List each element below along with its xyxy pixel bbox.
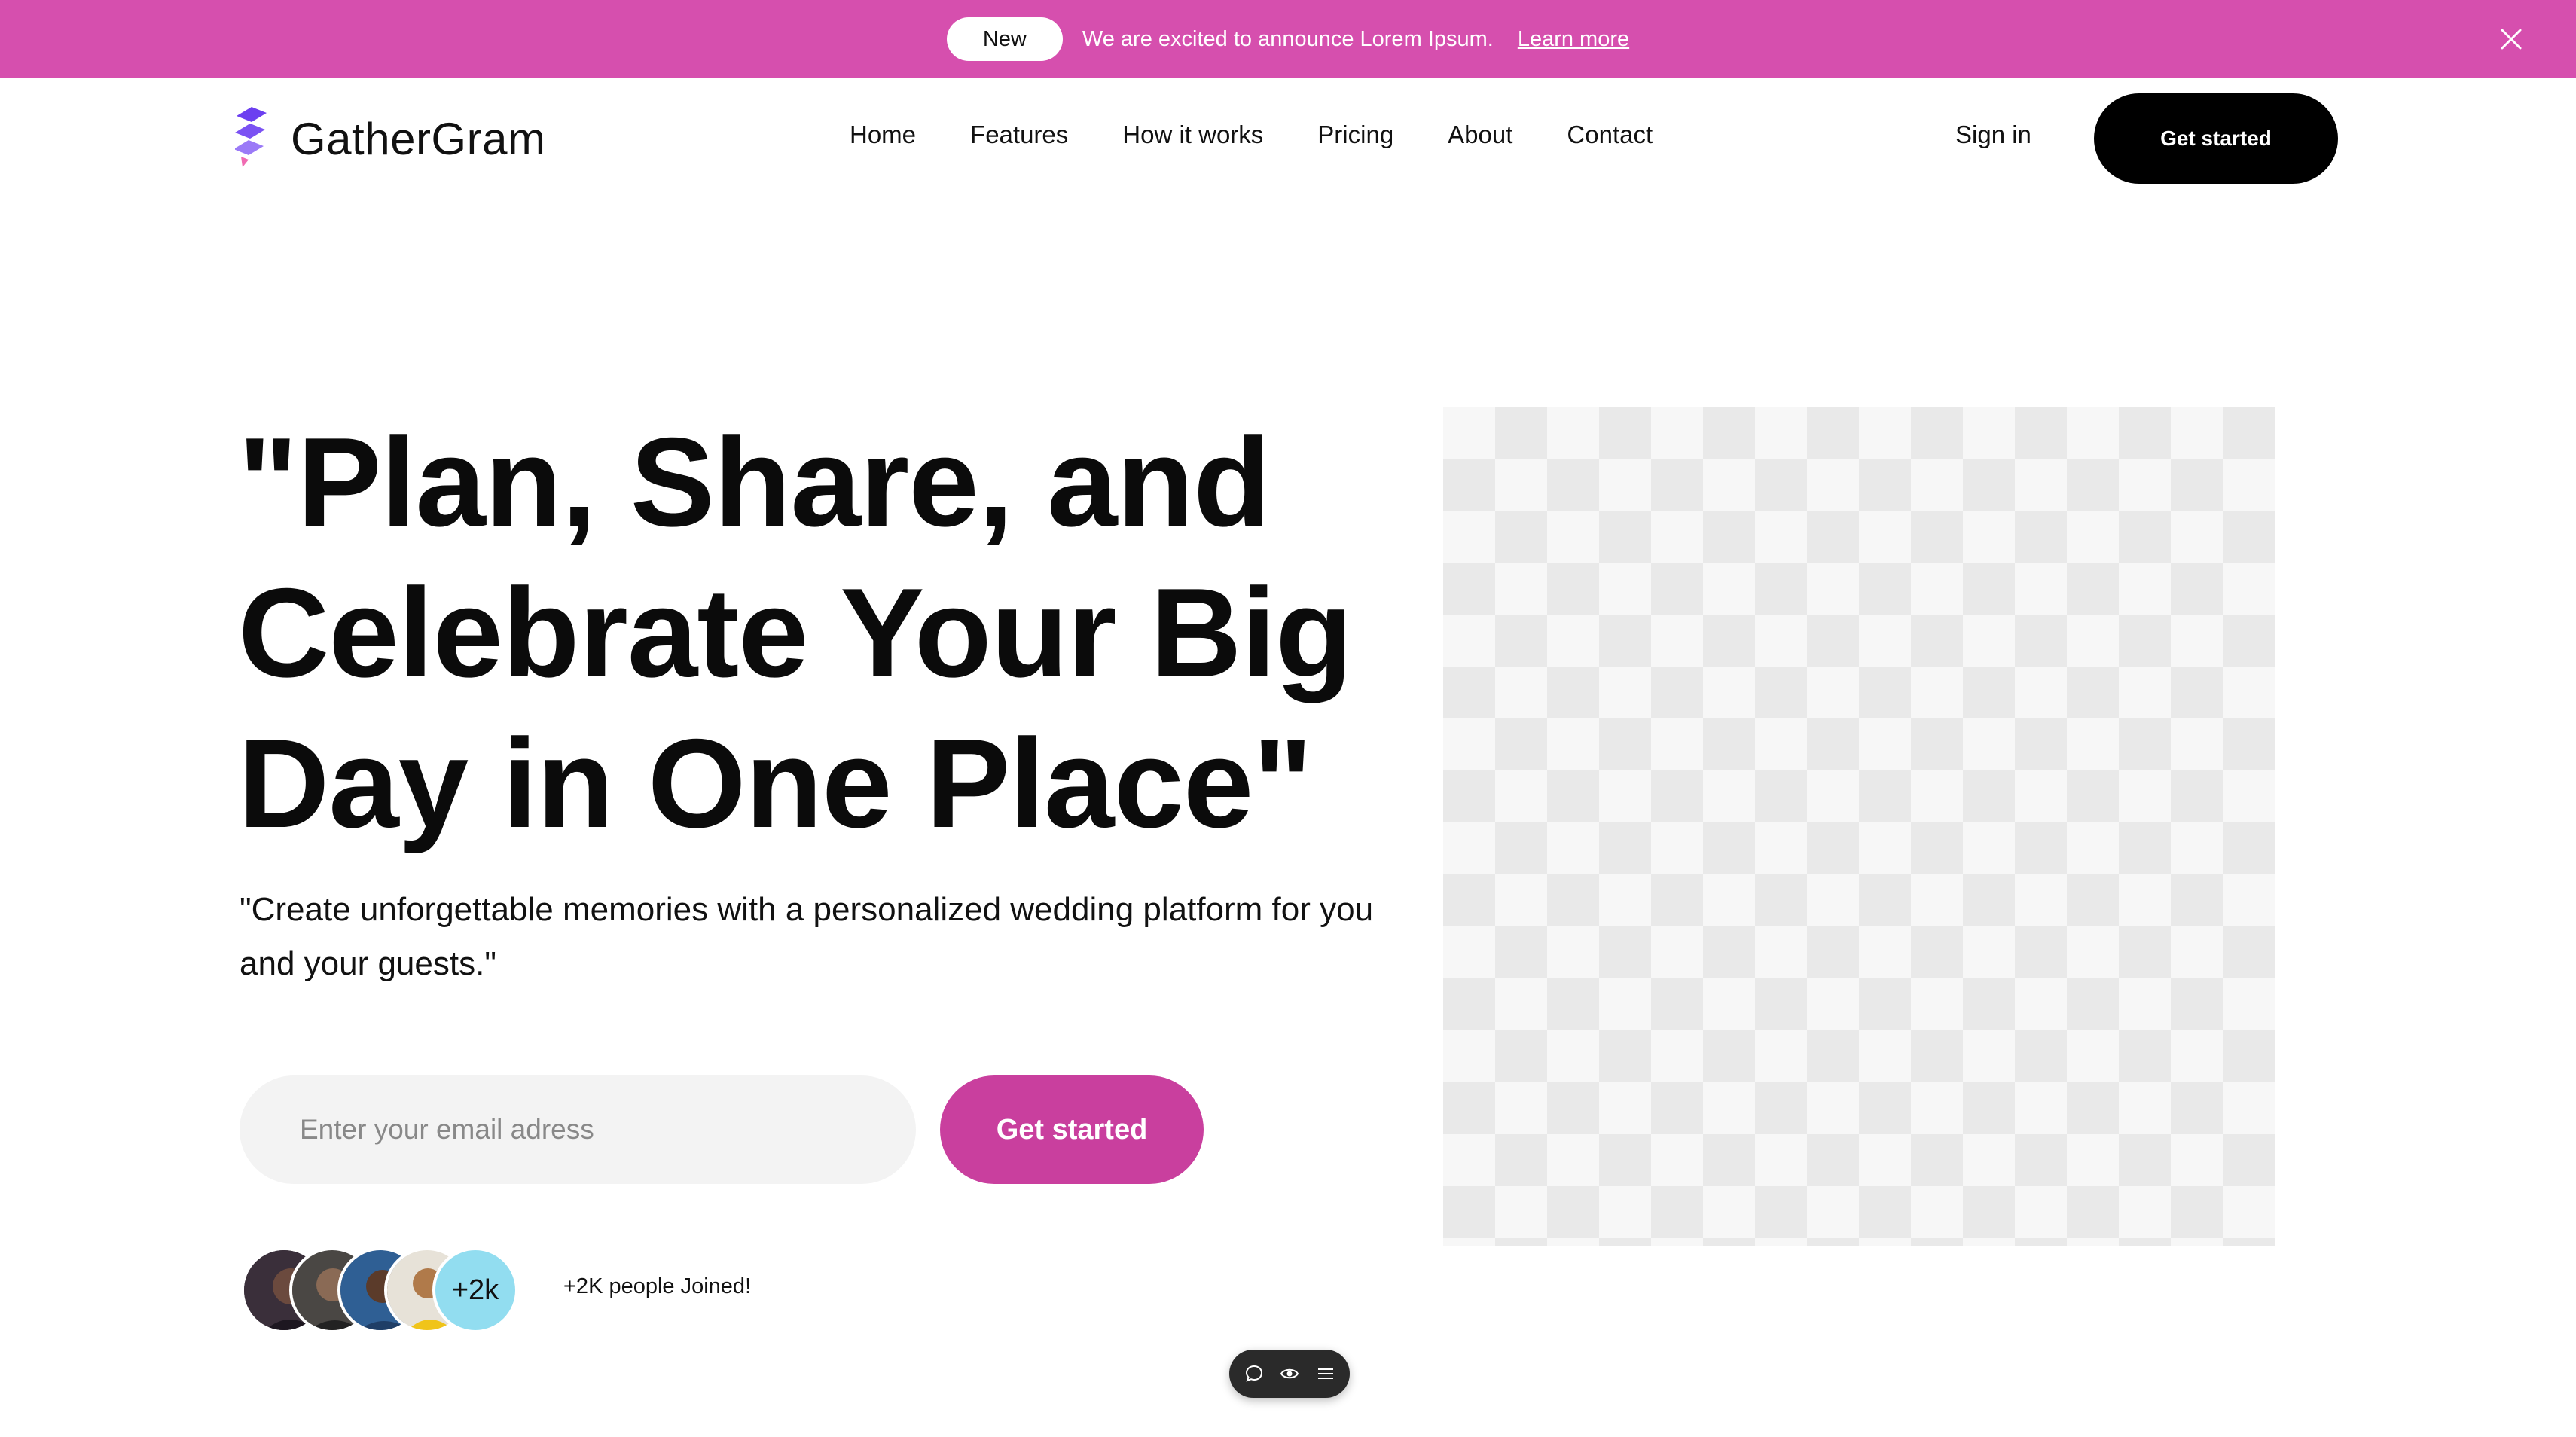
nav-pricing[interactable]: Pricing: [1317, 121, 1393, 149]
close-icon[interactable]: [2495, 23, 2528, 56]
avatar-count-badge: +2k: [432, 1247, 518, 1333]
hero-subtext: "Create unforgettable memories with a pe…: [240, 891, 1374, 982]
nav-home[interactable]: Home: [850, 121, 916, 149]
announcement-bar: New We are excited to announce Lorem Ips…: [0, 0, 2576, 78]
floating-toolbar: [1229, 1350, 1350, 1398]
hero-get-started-button[interactable]: Get started: [940, 1075, 1204, 1184]
eye-icon[interactable]: [1278, 1362, 1301, 1385]
new-badge: New: [946, 17, 1063, 61]
menu-lines-icon[interactable]: [1314, 1362, 1337, 1385]
announcement-content: New We are excited to announce Lorem Ips…: [946, 17, 1629, 61]
sign-in-link[interactable]: Sign in: [1955, 121, 2031, 149]
nav-about[interactable]: About: [1448, 121, 1512, 149]
joined-count-text: +2K people Joined!: [563, 1274, 752, 1298]
email-input[interactable]: [240, 1075, 916, 1184]
brand-logo[interactable]: GatherGram: [233, 107, 546, 171]
nav-how-it-works[interactable]: How it works: [1122, 121, 1263, 149]
avatar-group: +2k: [241, 1247, 527, 1333]
learn-more-link[interactable]: Learn more: [1518, 27, 1629, 52]
nav-features[interactable]: Features: [970, 121, 1068, 149]
hero-image-placeholder: [1443, 407, 2275, 1246]
logo-icon: [233, 107, 270, 171]
nav-links: Home Features How it works Pricing About…: [850, 121, 1707, 149]
comment-icon[interactable]: [1243, 1362, 1265, 1385]
hero-headline: "Plan, Share, and Celebrate Your Big Day…: [238, 411, 1353, 854]
nav-get-started-button[interactable]: Get started: [2094, 93, 2338, 184]
announcement-text: We are excited to announce Lorem Ipsum.: [1082, 26, 1494, 51]
nav-contact[interactable]: Contact: [1567, 121, 1653, 149]
brand-name: GatherGram: [291, 114, 546, 164]
top-navigation: GatherGram Home Features How it works Pr…: [0, 78, 2576, 199]
